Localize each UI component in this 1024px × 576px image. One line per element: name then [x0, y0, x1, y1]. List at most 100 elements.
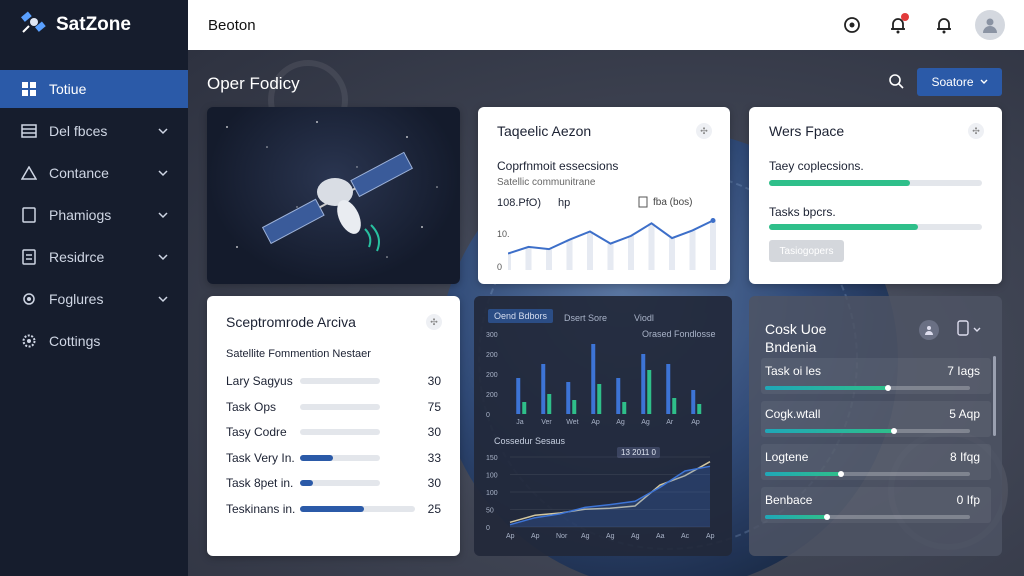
archive-row-track	[300, 454, 380, 461]
stat-value-b: hp	[558, 197, 571, 209]
document-icon	[638, 195, 648, 213]
settings-icon	[20, 290, 38, 308]
x-tick-label: Ag	[631, 533, 640, 540]
archive-row-fill	[300, 454, 333, 461]
bar	[591, 344, 596, 414]
tasks-button[interactable]: Tasiogopers	[769, 240, 844, 262]
progress-label: Tasks bpcrs.	[769, 205, 836, 219]
bar	[622, 402, 627, 414]
page-title: Oper Fodicy	[207, 74, 300, 93]
archive-row-label: Teskinans in.	[226, 501, 296, 516]
sidebar-item-delfbces[interactable]: Del fbces	[0, 112, 188, 150]
archive-row-track	[300, 403, 380, 410]
file-icon	[20, 248, 38, 266]
status-row-fill	[765, 515, 827, 519]
chevron-down-icon[interactable]	[158, 123, 168, 139]
topbar-title: Beoton	[208, 16, 256, 34]
status-row-knob[interactable]	[837, 471, 844, 477]
bell-icon[interactable]	[928, 9, 960, 41]
status-row-label: Benbace	[765, 493, 813, 507]
more-options-icon[interactable]: ✣	[696, 123, 712, 139]
legend-pill[interactable]: Oend Bdbors	[488, 309, 554, 323]
user-avatar[interactable]	[974, 9, 1006, 41]
y-tick-label: 200	[486, 352, 498, 359]
bar	[697, 404, 702, 414]
chevron-down-icon[interactable]	[158, 207, 168, 223]
card-subtitle: Satellite Fommention Nestaer	[226, 348, 371, 360]
y-tick-label: 200	[486, 392, 498, 399]
x-tick-label: Ap	[531, 533, 540, 540]
stat-value-a: 108.PfO)	[497, 197, 542, 209]
legend-item: Viodl	[634, 313, 654, 323]
satellite-illustration	[226, 121, 438, 258]
archive-row-fill	[300, 505, 365, 512]
x-tick-label: Ac	[681, 533, 690, 540]
device-dropdown[interactable]	[956, 319, 986, 340]
search-button[interactable]	[883, 70, 909, 96]
status-row-value: 5 Aqp	[949, 407, 980, 421]
brand[interactable]: SatZone	[0, 0, 188, 50]
more-options-icon[interactable]: ✣	[968, 123, 984, 139]
save-button[interactable]: Soatore	[917, 68, 1002, 96]
document-icon	[20, 206, 38, 224]
user-icon[interactable]	[919, 320, 939, 340]
chevron-down-icon[interactable]	[158, 249, 168, 265]
area-fill	[510, 466, 710, 527]
chevron-down-icon	[980, 75, 988, 89]
bar	[572, 400, 577, 414]
archive-row-value: 25	[427, 501, 441, 516]
status-row-knob[interactable]	[885, 385, 891, 391]
workspace-card: Wers Fpace ✣ Taey coplecsions. Tasks bpc…	[749, 107, 1002, 284]
bar	[647, 370, 652, 414]
sidebar-item-contance[interactable]: Contance	[0, 154, 188, 192]
bar	[616, 378, 621, 414]
more-options-icon[interactable]: ✣	[426, 314, 442, 330]
sidebar-item-label: Cottings	[49, 333, 101, 349]
sidebar-item-phamiogs[interactable]: Phamiogs	[0, 196, 188, 234]
y-tick-label: 300	[486, 332, 498, 339]
spark-column	[566, 239, 573, 270]
status-row-track	[765, 515, 970, 519]
y-tick-label: 0	[486, 525, 490, 532]
archive-row-label: Task Ops	[226, 399, 277, 414]
y-tick-label: 200	[486, 372, 498, 379]
x-tick-label: Ap	[691, 419, 700, 426]
status-row-track	[765, 472, 970, 476]
sidebar-item-label: Foglures	[49, 291, 104, 307]
card-title: Sceptromrode Arciva	[226, 314, 356, 330]
bar	[541, 364, 546, 414]
y-tick-label: 50	[486, 508, 494, 515]
bar-chart: 300 200 200 200 0 Ja Ver Wet Ap Ag Ag Ar Ap	[486, 332, 702, 426]
sidebar-item-label: Totiue	[49, 81, 87, 97]
archive-row-track	[300, 505, 415, 512]
sidebar-item-foglures[interactable]: Foglures	[0, 280, 188, 318]
spark-column	[669, 238, 675, 270]
scrollbar[interactable]	[993, 356, 996, 436]
app-name: SatZone	[56, 14, 131, 35]
chevron-down-icon[interactable]	[158, 291, 168, 307]
gear-icon	[20, 332, 38, 350]
warning-icon	[20, 164, 38, 182]
notification-badge	[901, 13, 909, 21]
sidebar-item-cottings[interactable]: Cottings	[0, 322, 188, 360]
status-row-value: 7 Iags	[947, 364, 980, 378]
x-tick-label: Ap	[591, 419, 600, 426]
notification-bell-icon[interactable]	[882, 9, 914, 41]
satellite-logo-icon	[20, 8, 56, 42]
spark-column	[587, 231, 593, 270]
chevron-down-icon[interactable]	[158, 165, 168, 181]
sidebar-item-totiue[interactable]: Totiue	[0, 70, 188, 108]
target-icon[interactable]	[836, 9, 868, 41]
spark-column	[525, 246, 532, 270]
archive-row-label: Lary Sagyus	[226, 374, 293, 388]
archive-row-track	[300, 429, 380, 435]
list-icon	[20, 122, 38, 140]
status-row-knob[interactable]	[823, 514, 830, 520]
sidebar-item-residrce[interactable]: Residrce	[0, 238, 188, 276]
x-tick-label: Aa	[656, 533, 665, 540]
status-row-value: 0 Ifp	[956, 493, 980, 507]
status-row-track	[765, 429, 970, 433]
status-card: Cosk Uoe Bndenia Task oi les 7 Iags Cogk.w…	[749, 296, 1002, 556]
card-caption: Satellic communitrane	[497, 177, 596, 188]
charts-card: Oend Bdbors Dsert Sore Viodl Orased Fond…	[474, 296, 732, 556]
